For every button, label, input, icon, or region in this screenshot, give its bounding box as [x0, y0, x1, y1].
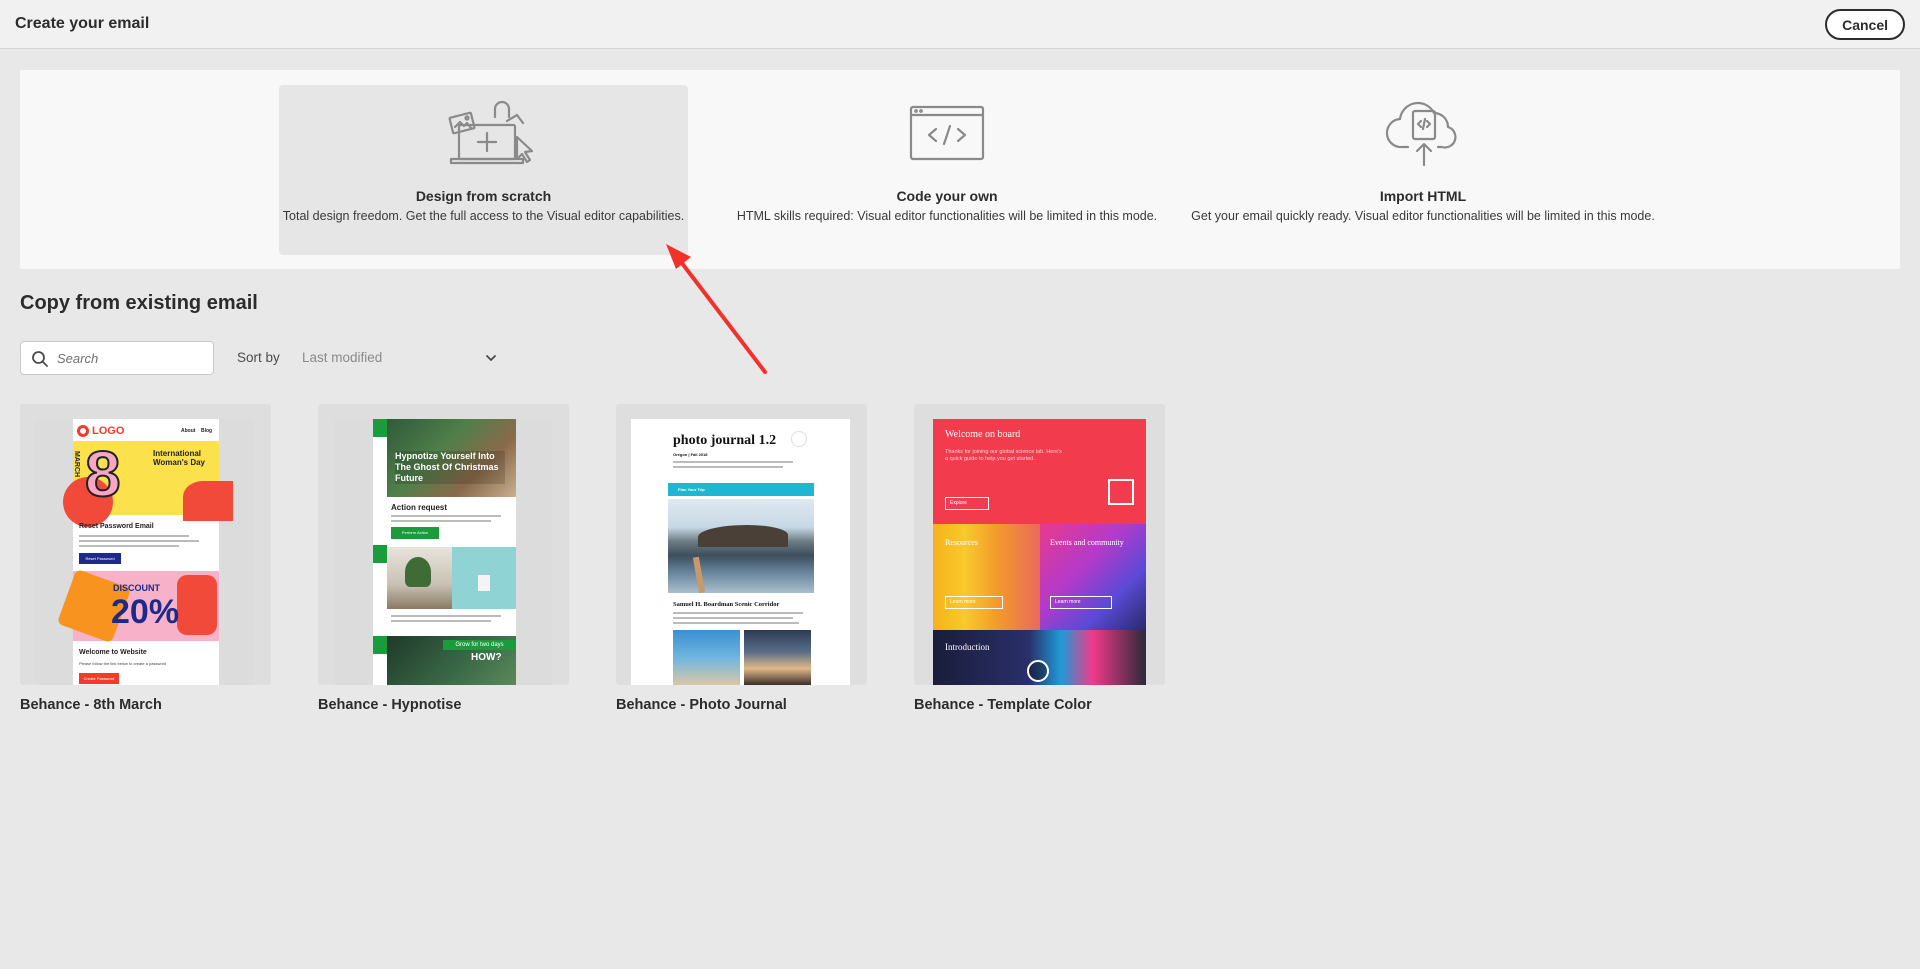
email-preview: photo journal 1.2 Oregon | Fall 2018 Pla…	[631, 419, 850, 685]
search-field[interactable]	[20, 341, 214, 375]
option-description: Get your email quickly ready. Visual edi…	[1191, 209, 1655, 223]
template-thumbnail[interactable]: Hypnotize Yourself Into The Ghost Of Chr…	[318, 404, 569, 685]
email-preview: Hypnotize Yourself Into The Ghost Of Chr…	[333, 419, 552, 685]
page-title: Create your email	[15, 15, 150, 32]
search-input[interactable]	[57, 343, 207, 373]
template-name[interactable]: Behance - Photo Journal	[616, 697, 867, 713]
template-name[interactable]: Behance - Hypnotise	[318, 697, 569, 713]
expand-icon	[373, 419, 387, 437]
template-name[interactable]: Behance - Template Color	[914, 697, 1165, 713]
section-title: Copy from existing email	[20, 292, 258, 314]
laptop-design-icon	[279, 97, 688, 167]
template-card[interactable]: Hypnotize Yourself Into The Ghost Of Chr…	[318, 404, 569, 713]
template-name[interactable]: Behance - 8th March	[20, 697, 271, 713]
logo-mark	[1108, 479, 1134, 505]
template-thumbnail[interactable]: photo journal 1.2 Oregon | Fall 2018 Pla…	[616, 404, 867, 685]
email-preview: LOGO About Blog 8 MARCH International Wo…	[35, 419, 254, 685]
option-description: Total design freedom. Get the full acces…	[282, 209, 685, 223]
cloud-upload-icon	[1166, 97, 1680, 167]
option-title: Design from scratch	[415, 188, 552, 204]
search-icon	[32, 351, 48, 367]
template-thumbnail[interactable]: LOGO About Blog 8 MARCH International Wo…	[20, 404, 271, 685]
option-code-your-own[interactable]: Code your own HTML skills required: Visu…	[717, 85, 1177, 255]
settings-icon	[373, 636, 387, 654]
email-preview: Welcome on board Thanks for joining our …	[933, 419, 1146, 685]
option-description: HTML skills required: Visual editor func…	[736, 209, 1158, 223]
logo-icon	[77, 425, 89, 437]
option-import-html[interactable]: Import HTML Get your email quickly ready…	[1166, 85, 1680, 255]
save-icon	[373, 545, 387, 563]
chevron-down-icon	[486, 355, 496, 361]
template-card[interactable]: Welcome on board Thanks for joining our …	[914, 404, 1165, 713]
template-thumbnail[interactable]: Welcome on board Thanks for joining our …	[914, 404, 1165, 685]
option-design-from-scratch[interactable]: Design from scratch Total design freedom…	[279, 85, 688, 255]
creation-options-panel: Design from scratch Total design freedom…	[20, 70, 1900, 269]
template-card[interactable]: photo journal 1.2 Oregon | Fall 2018 Pla…	[616, 404, 867, 713]
option-title: Code your own	[896, 188, 998, 204]
option-title: Import HTML	[1379, 188, 1467, 204]
sun-icon	[791, 431, 807, 447]
code-window-icon	[717, 97, 1177, 167]
cancel-button[interactable]: Cancel	[1825, 9, 1905, 40]
sort-label: Sort by	[237, 350, 280, 365]
template-card[interactable]: LOGO About Blog 8 MARCH International Wo…	[20, 404, 271, 713]
sort-dropdown[interactable]: Last modified	[300, 341, 500, 375]
top-bar: Create your email Cancel	[0, 0, 1920, 49]
sort-value: Last modified	[302, 350, 383, 365]
play-icon	[1027, 660, 1049, 682]
